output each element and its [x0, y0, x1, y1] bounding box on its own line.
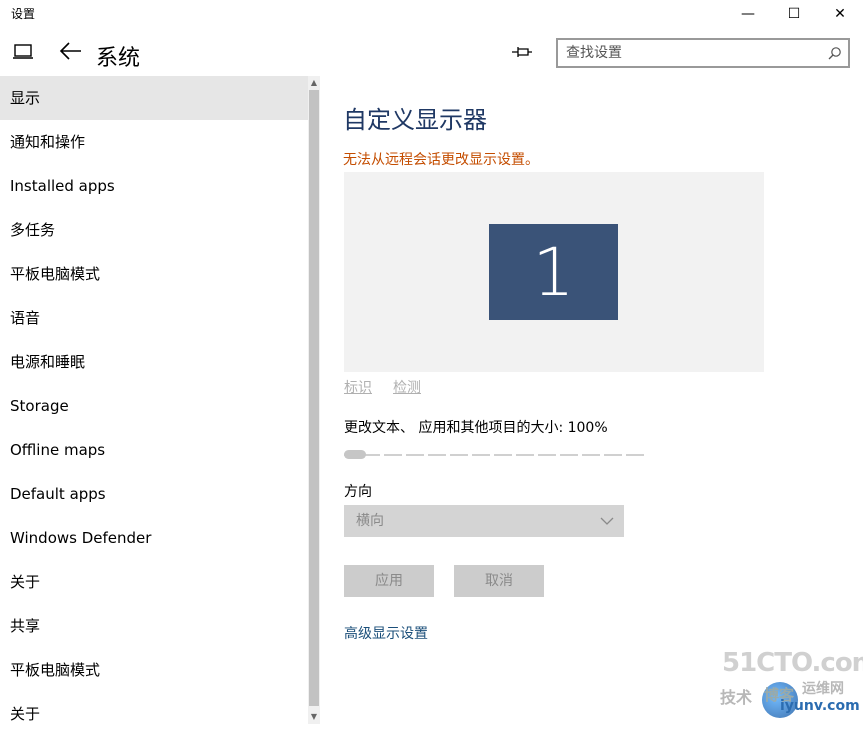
sidebar-item-installed-apps[interactable]: Installed apps — [0, 164, 308, 208]
sidebar-item-windows-defender[interactable]: Windows Defender — [0, 516, 308, 560]
sidebar-item-speech[interactable]: 语音 — [0, 296, 308, 340]
sidebar-item-sharing[interactable]: 共享 — [0, 604, 308, 648]
display-settings-panel: 自定义显示器 无法从远程会话更改显示设置。 1 标识 检测 更改文本、 应用和其… — [320, 76, 863, 724]
sidebar-item-default-apps[interactable]: Default apps — [0, 472, 308, 516]
scale-slider-ticks — [366, 453, 644, 457]
search-box[interactable] — [556, 38, 850, 68]
pin-icon[interactable] — [510, 42, 534, 62]
header: 系统 — [0, 28, 863, 76]
sidebar-scrollbar[interactable]: ▲ ▼ — [308, 76, 320, 724]
minimize-button[interactable]: — — [725, 0, 771, 28]
watermark: 51CTO.com 技术 博客 运维网 iyunv.com — [718, 648, 863, 718]
detect-link[interactable]: 检测 — [393, 377, 421, 397]
sidebar-item-notifications[interactable]: 通知和操作 — [0, 120, 308, 164]
scale-slider-thumb[interactable] — [344, 450, 366, 459]
title-bar: 设置 — ☐ ✕ — [0, 0, 863, 28]
maximize-button[interactable]: ☐ — [771, 0, 817, 28]
scale-label: 更改文本、 应用和其他项目的大小: 100% — [344, 420, 608, 436]
display-arrangement-area: 1 — [344, 172, 764, 372]
minimize-icon: — — [741, 6, 755, 22]
sidebar-item-tablet-mode-2[interactable]: 平板电脑模式 — [0, 648, 308, 692]
page-title: 系统 — [96, 46, 141, 71]
sidebar-item-multitasking[interactable]: 多任务 — [0, 208, 308, 252]
laptop-icon — [13, 44, 33, 59]
section-title: 自定义显示器 — [343, 106, 487, 134]
watermark-left-text: 技术 — [720, 688, 753, 707]
close-icon: ✕ — [834, 6, 846, 22]
watermark-right-text: 运维网 — [802, 681, 844, 697]
monitor-tile[interactable]: 1 — [489, 224, 618, 320]
sidebar-item-power-sleep[interactable]: 电源和睡眠 — [0, 340, 308, 384]
identify-link[interactable]: 标识 — [344, 377, 372, 397]
sidebar-item-tablet-mode[interactable]: 平板电脑模式 — [0, 252, 308, 296]
scroll-up-arrow-icon[interactable]: ▲ — [308, 76, 320, 90]
sidebar-item-about-2[interactable]: 关于 — [0, 692, 308, 736]
sidebar-item-offline-maps[interactable]: Offline maps — [0, 428, 308, 472]
cancel-button[interactable]: 取消 — [454, 565, 544, 597]
maximize-icon: ☐ — [787, 6, 801, 22]
close-button[interactable]: ✕ — [817, 0, 863, 28]
search-icon[interactable] — [828, 46, 842, 60]
sidebar-item-about[interactable]: 关于 — [0, 560, 308, 604]
advanced-display-settings-link[interactable]: 高级显示设置 — [344, 623, 428, 643]
search-input[interactable] — [566, 44, 816, 62]
watermark-url: iyunv.com — [780, 698, 860, 714]
window-title: 设置 — [11, 7, 36, 21]
scrollbar-thumb[interactable] — [309, 90, 319, 706]
sidebar-item-display[interactable]: 显示 — [0, 76, 308, 120]
orientation-value: 横向 — [356, 513, 384, 529]
sidebar: 显示 通知和操作 Installed apps 多任务 平板电脑模式 语音 电源… — [0, 76, 308, 724]
apply-button[interactable]: 应用 — [344, 565, 434, 597]
orientation-label: 方向 — [344, 484, 372, 500]
orientation-dropdown[interactable]: 横向 — [344, 505, 624, 537]
scroll-down-arrow-icon[interactable]: ▼ — [308, 710, 320, 724]
remote-session-warning: 无法从远程会话更改显示设置。 — [343, 152, 539, 168]
sidebar-item-storage[interactable]: Storage — [0, 384, 308, 428]
chevron-down-icon — [600, 517, 614, 525]
monitor-number: 1 — [532, 233, 575, 311]
watermark-site: 51CTO.com — [722, 648, 863, 678]
back-arrow-icon[interactable] — [59, 40, 83, 62]
